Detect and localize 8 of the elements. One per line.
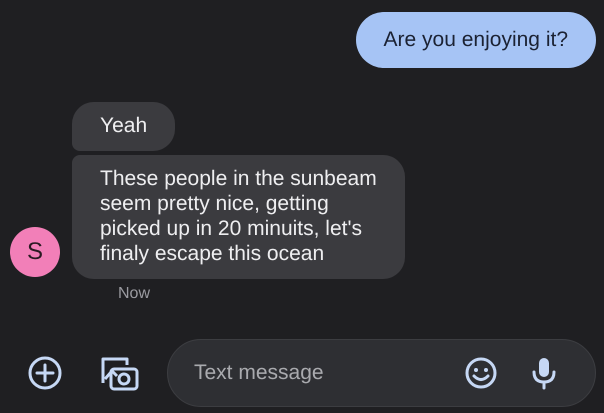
message-bubble: Are you enjoying it? [356, 12, 596, 68]
timestamp: Now [118, 285, 150, 302]
message-field[interactable]: Text message [167, 339, 596, 407]
avatar[interactable]: S [10, 227, 60, 277]
placeholder-text: Text message [194, 361, 325, 385]
message-bubble: These people in the sunbeam seem pretty nice, getting picked up in 20 minuits, let's finaly escape this ocean [72, 155, 405, 279]
message-bubble: Yeah [72, 102, 176, 151]
emoji-icon[interactable] [463, 355, 499, 391]
